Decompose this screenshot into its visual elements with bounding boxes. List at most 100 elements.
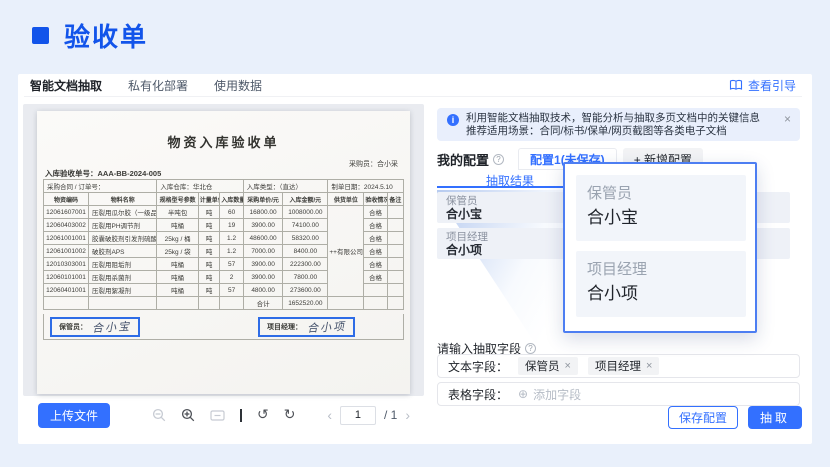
doc-signature-strip: 保管员： 合小宝 项目经理： 合小项	[43, 314, 404, 340]
nav-tab-usage-data[interactable]: 使用数据	[214, 77, 262, 94]
keeper-signature: 合小宝	[92, 317, 132, 335]
zoom-out-icon[interactable]	[152, 408, 166, 422]
tag-label: 项目经理	[595, 358, 641, 374]
doc-table-header-row: 物资编码物料名称规格型号参数计量单位入库数量采购单价/元入库金额/元供货单位验收…	[44, 193, 404, 206]
doc-header-cell: 物资编码	[44, 193, 89, 206]
extract-button[interactable]: 抽取	[748, 406, 802, 429]
doc-table-cell	[387, 232, 403, 245]
nav-tab-private-deploy[interactable]: 私有化部署	[128, 77, 188, 94]
view-guide-link[interactable]: 查看引导	[729, 77, 796, 94]
nav-tab-doc-extract[interactable]: 智能文档抽取	[30, 77, 102, 94]
add-field-label: 添加字段	[533, 386, 581, 403]
fit-view-icon[interactable]	[210, 409, 225, 422]
doc-table-cell: 12010303001	[44, 258, 89, 271]
doc-table-cell: 57	[220, 284, 243, 297]
document-viewer: 物资入库验收单 采购员：合小采 入库验收单号：AAA-BB-2024-005 采…	[23, 104, 424, 396]
doc-table-cell: 58320.00	[283, 232, 328, 245]
rotate-right-icon[interactable]: ↻	[284, 408, 296, 422]
doc-table-row: 合计1652520.00	[44, 297, 404, 310]
doc-table-cell	[387, 219, 403, 232]
question-circle-icon[interactable]: ?	[493, 154, 504, 165]
doc-header-cell: 计量单位	[198, 193, 220, 206]
popup-field-label: 项目经理	[587, 259, 735, 281]
question-circle-icon[interactable]: ?	[525, 343, 536, 354]
banner-line2: 推荐适用场景：合同/标书/保单/网页截图等各类电子文档	[466, 125, 727, 137]
doc-table-cell: 压裂用PH调节剂	[89, 219, 157, 232]
plus-circle-icon: ⊕	[518, 388, 528, 400]
doc-table-cell: 273600.00	[283, 284, 328, 297]
add-field-button[interactable]: ⊕ 添加字段	[518, 386, 581, 403]
table-fields-box[interactable]: 表格字段： ⊕ 添加字段	[437, 382, 800, 406]
doc-table-cell	[328, 297, 364, 310]
text-fields-box[interactable]: 文本字段： 保管员 × 项目经理 ×	[437, 354, 800, 378]
keeper-annotation-box[interactable]: 保管员： 合小宝	[50, 317, 140, 337]
my-config-label: 我的配置	[437, 150, 489, 169]
popup-field-value: 合小宝	[587, 205, 735, 231]
zoom-in-icon[interactable]	[181, 408, 195, 422]
doc-purchaser: 采购员：合小采	[349, 159, 398, 169]
doc-meta-warehouse: 入库仓库：华北仓	[157, 180, 243, 193]
chevron-right-icon[interactable]: ›	[405, 409, 410, 421]
doc-table-cell: 破胶剂APS	[89, 245, 157, 258]
doc-table-cell: 压裂用瓜尔胶（一级品）	[89, 206, 157, 219]
tab-extract-result[interactable]: 抽取结果	[437, 172, 583, 188]
doc-table-cell: 合格	[364, 219, 387, 232]
banner-line1: 利用智能文档抽取技术，智能分析与抽取多页文档中的关键信息	[466, 112, 760, 124]
doc-table-cell: 半吨包	[157, 206, 198, 219]
doc-table-cell: 合格	[364, 232, 387, 245]
doc-table-cell: 1652520.00	[283, 297, 328, 310]
doc-table-cell: 7000.00	[243, 245, 283, 258]
doc-table-cell: 吨	[198, 258, 220, 271]
doc-table-cell	[387, 271, 403, 284]
doc-table-cell: 4800.00	[243, 284, 283, 297]
doc-table-cell: 48600.00	[243, 232, 283, 245]
tag-manager[interactable]: 项目经理 ×	[588, 357, 659, 375]
nav-bar: 智能文档抽取 私有化部署 使用数据 查看引导	[24, 74, 802, 97]
doc-table-cell: 合计	[243, 297, 283, 310]
divider-bar-icon	[240, 409, 242, 422]
doc-table-cell: 12061001001	[44, 232, 89, 245]
tag-close-icon[interactable]: ×	[565, 360, 571, 372]
save-config-button[interactable]: 保存配置	[668, 406, 738, 429]
page-title: 验收单	[64, 17, 148, 54]
popup-field-manager: 项目经理 合小项	[576, 251, 746, 317]
doc-table-cell: 1008000.00	[283, 206, 328, 219]
doc-table-cell: 合格	[364, 206, 387, 219]
title-square-icon	[32, 27, 49, 44]
manager-annotation-box[interactable]: 项目经理： 合小项	[258, 317, 355, 337]
doc-table-cell: 222300.00	[283, 258, 328, 271]
doc-table-cell: 1.2	[220, 232, 243, 245]
page-number-input[interactable]	[340, 406, 376, 425]
doc-table-cell: 57	[220, 258, 243, 271]
doc-table-cell	[387, 258, 403, 271]
doc-table-row: 12061607001压裂用瓜尔胶（一级品）半吨包吨6016800.001008…	[44, 206, 404, 219]
doc-table-cell: 吨	[198, 232, 220, 245]
doc-table-cell: 12060101001	[44, 271, 89, 284]
tag-close-icon[interactable]: ×	[646, 360, 652, 372]
tag-keeper[interactable]: 保管员 ×	[518, 357, 578, 375]
page-header: 验收单	[32, 17, 148, 54]
upload-file-button[interactable]: 上传文件	[38, 403, 110, 428]
doc-table-cell: ++有限公司	[328, 206, 364, 297]
popup-field-label: 保管员	[587, 183, 735, 205]
doc-header-cell: 供货单位	[328, 193, 364, 206]
scanned-document[interactable]: 物资入库验收单 采购员：合小采 入库验收单号：AAA-BB-2024-005 采…	[37, 111, 410, 394]
doc-table-cell	[198, 297, 220, 310]
doc-table-cell: 合格	[364, 258, 387, 271]
doc-table-cell: 3900.00	[243, 258, 283, 271]
doc-header-cell: 验收情况	[364, 193, 387, 206]
page-total: / 1	[384, 408, 397, 422]
book-icon	[729, 79, 743, 91]
doc-table-cell: 吨桶	[157, 271, 198, 284]
text-fields-label: 文本字段：	[448, 358, 508, 375]
popup-field-keeper: 保管员 合小宝	[576, 175, 746, 241]
doc-table-cell: 吨桶	[157, 284, 198, 297]
manager-label: 项目经理：	[267, 322, 302, 332]
doc-header-cell: 规格型号参数	[157, 193, 198, 206]
doc-table-cell: 16800.00	[243, 206, 283, 219]
chevron-left-icon[interactable]: ‹	[327, 409, 332, 421]
close-icon[interactable]: ×	[784, 113, 791, 125]
doc-table-cell: 12061607001	[44, 206, 89, 219]
rotate-left-icon[interactable]: ↺	[257, 408, 269, 422]
doc-table-cell: 60	[220, 206, 243, 219]
